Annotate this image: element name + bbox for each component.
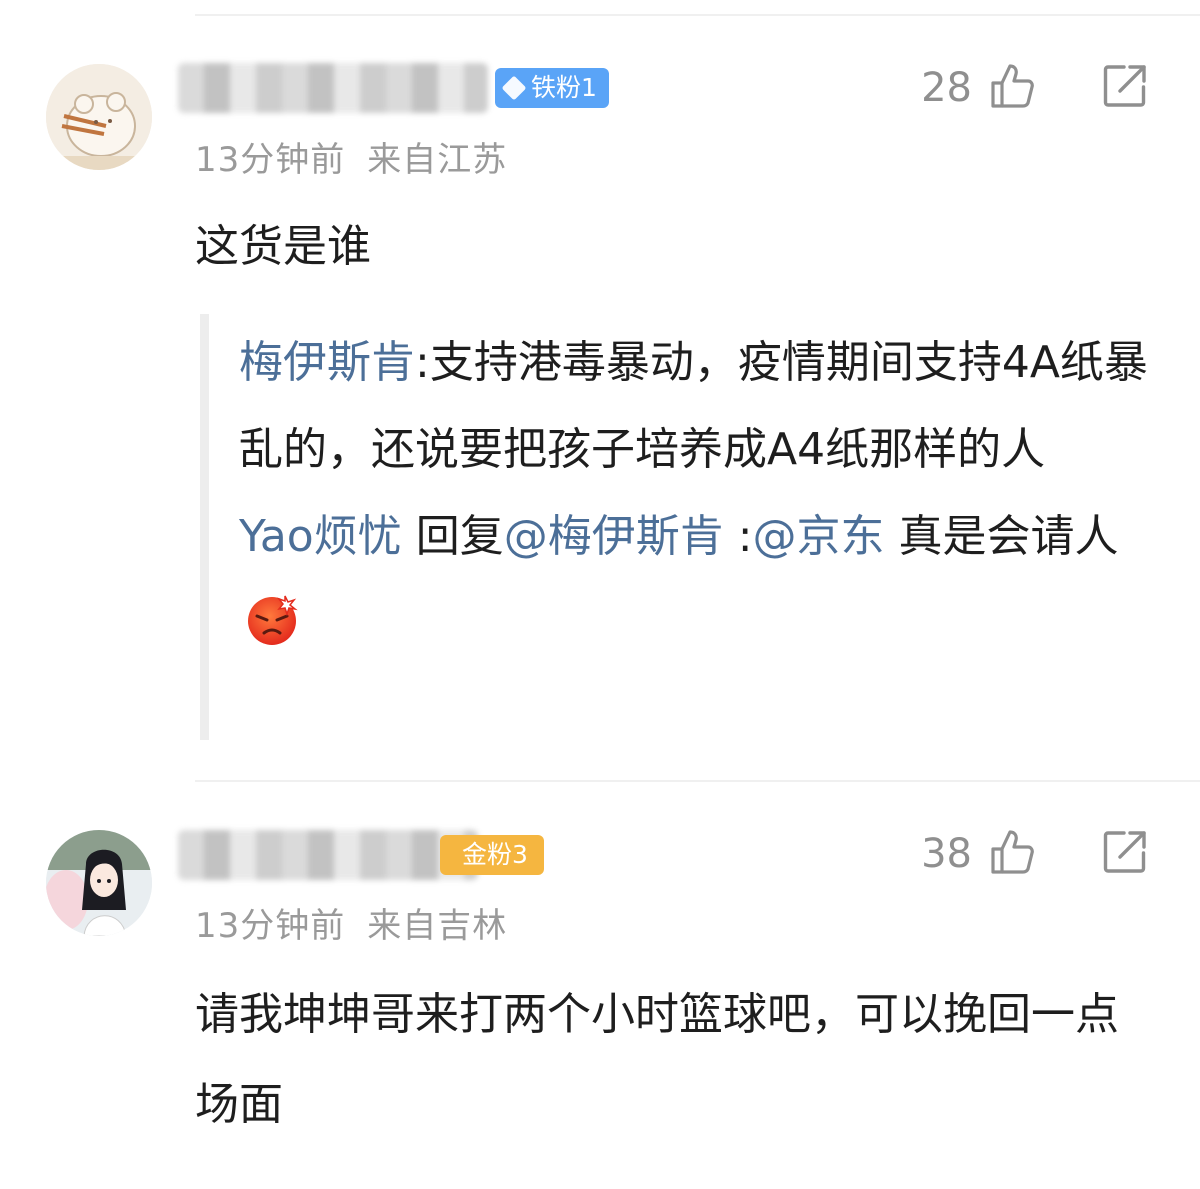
fan-badge-label: 铁粉1 xyxy=(531,73,597,102)
avatar[interactable] xyxy=(46,64,152,170)
reply-mention[interactable]: @梅伊斯肯 xyxy=(504,511,724,562)
reply-item: 梅伊斯肯:支持港毒暴动，疫情期间支持4A纸暴乱的，还说要把孩子培养成A4纸那样的… xyxy=(239,314,1160,493)
comment-meta: 13分钟前 来自江苏 xyxy=(195,132,507,181)
reply-text: 真是会请人 xyxy=(884,511,1119,562)
divider xyxy=(195,780,1200,782)
avatar[interactable] xyxy=(46,830,152,936)
reply-separator: : xyxy=(415,337,430,388)
comment-list: 铁粉1 13分钟前 来自江苏 28 这货是谁 梅伊斯肯:支持港毒暴动，疫情期间支… xyxy=(0,0,1200,1189)
comment-text[interactable]: 请我坤坤哥来打两个小时篮球吧，可以挽回一点场面 xyxy=(195,970,1160,1150)
comment-text[interactable]: 这货是谁 xyxy=(195,202,1160,292)
reply-colon: : xyxy=(723,511,753,562)
reply-item: Yao烦忧 回复@梅伊斯肯 :@京东 真是会请人 xyxy=(239,493,1160,675)
share-icon[interactable] xyxy=(1102,63,1148,113)
thumbs-up-icon[interactable] xyxy=(990,63,1034,113)
comment-meta: 13分钟前 来自吉林 xyxy=(195,898,507,947)
reply-author[interactable]: 梅伊斯肯 xyxy=(239,337,415,388)
comment-time: 13分钟前 xyxy=(195,140,346,180)
comment-time: 13分钟前 xyxy=(195,906,346,946)
angry-face-icon xyxy=(245,588,299,675)
reply-preview[interactable]: 梅伊斯肯:支持港毒暴动，疫情期间支持4A纸暴乱的，还说要把孩子培养成A4纸那样的… xyxy=(200,314,1160,740)
username-redacted[interactable] xyxy=(178,830,478,880)
divider xyxy=(195,14,1200,16)
comment-actions: 28 xyxy=(921,63,1148,113)
share-icon[interactable] xyxy=(1102,829,1148,879)
reply-mention[interactable]: @京东 xyxy=(753,511,885,562)
diamond-icon xyxy=(501,75,527,101)
comment-actions: 38 xyxy=(921,829,1148,879)
thumbs-up-icon[interactable] xyxy=(990,829,1034,879)
fan-badge[interactable]: 金粉3 xyxy=(440,835,544,875)
comment-location: 来自吉林 xyxy=(367,906,508,946)
reply-author[interactable]: Yao烦忧 xyxy=(239,511,402,562)
reply-word: 回复 xyxy=(401,511,504,562)
like-count: 28 xyxy=(921,65,972,111)
like-count: 38 xyxy=(921,831,972,877)
comment-location: 来自江苏 xyxy=(367,140,508,180)
fan-badge-label: 金粉3 xyxy=(462,840,528,869)
username-redacted[interactable] xyxy=(178,63,488,113)
fan-badge[interactable]: 铁粉1 xyxy=(495,68,609,108)
